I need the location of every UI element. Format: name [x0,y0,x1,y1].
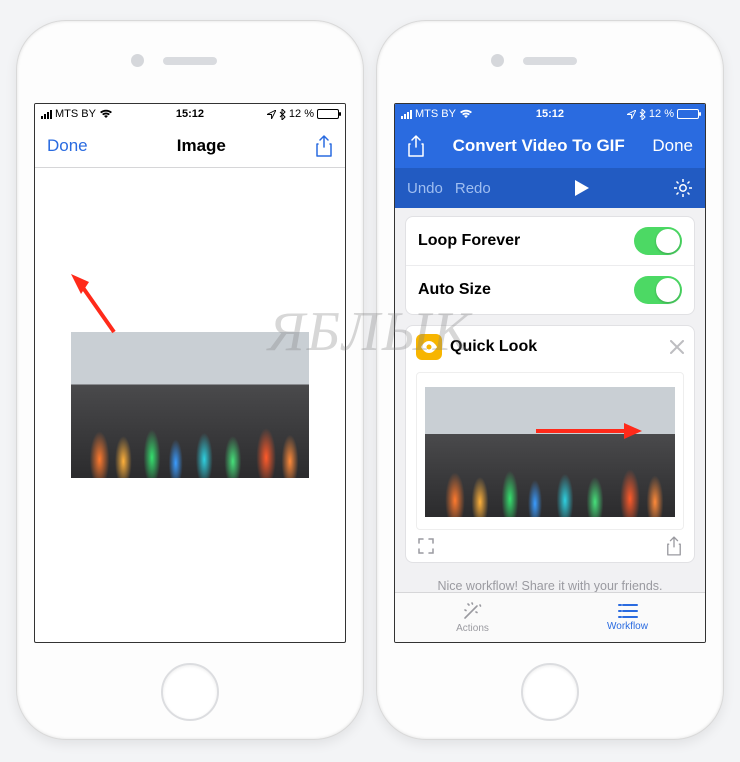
share-button[interactable] [315,135,333,157]
done-button[interactable]: Done [47,136,88,156]
battery-icon [317,109,339,119]
page-title: Convert Video To GIF [453,136,625,156]
front-camera [131,54,144,67]
row-loop-forever: Loop Forever [406,217,694,265]
gear-icon [673,178,693,198]
battery-percent: 12 % [649,108,674,120]
share-icon [315,135,333,157]
play-icon [575,180,589,196]
image-viewer[interactable] [35,168,345,642]
carrier-label: MTS BY [55,108,96,120]
speaker [163,57,217,65]
tab-actions[interactable]: Actions [395,593,550,642]
preview-share-button[interactable] [666,536,682,556]
screen-left: MTS BY 15:12 12 % Done Image [34,103,346,643]
navbar: Convert Video To GIF Done [395,124,705,168]
carrier-label: MTS BY [415,108,456,120]
clock: 15:12 [536,108,564,120]
status-bar: MTS BY 15:12 12 % [395,104,705,124]
row-label: Auto Size [418,281,491,299]
eye-icon [421,341,437,353]
share-icon [407,135,425,157]
home-button[interactable] [521,663,579,721]
close-icon [670,340,684,354]
quick-look-icon [416,334,442,360]
share-nav-button[interactable] [407,135,425,157]
toggle-loop-forever[interactable] [634,227,682,255]
settings-button[interactable] [673,178,693,198]
location-icon [627,110,636,119]
settings-card: Loop Forever Auto Size [405,216,695,315]
tab-workflow[interactable]: Workflow [550,593,705,642]
status-bar: MTS BY 15:12 12 % [35,104,345,124]
workflow-toolbar: Undo Redo [395,168,705,208]
preview-frame [416,372,684,530]
signal-icon [401,110,412,119]
location-icon [267,110,276,119]
bluetooth-icon [639,109,646,120]
undo-button[interactable]: Undo [407,180,443,197]
row-auto-size: Auto Size [406,265,694,314]
wifi-icon [99,109,113,119]
list-icon [617,603,639,619]
phone-left: MTS BY 15:12 12 % Done Image [16,20,364,740]
navbar: Done Image [35,124,345,168]
wand-icon [462,601,484,621]
row-label: Loop Forever [418,232,520,250]
close-button[interactable] [670,340,684,354]
home-button[interactable] [161,663,219,721]
tab-label: Workflow [607,621,648,632]
wifi-icon [459,109,473,119]
speaker [523,57,577,65]
tab-label: Actions [456,623,489,634]
phone-right: MTS BY 15:12 12 % Convert Video To GIF D… [376,20,724,740]
quick-look-title: Quick Look [450,338,537,356]
expand-icon [418,538,434,554]
done-button[interactable]: Done [652,136,693,156]
play-button[interactable] [575,180,589,196]
workflow-content: Loop Forever Auto Size Qu [395,208,705,592]
toggle-auto-size[interactable] [634,276,682,304]
battery-icon [677,109,699,119]
front-camera [491,54,504,67]
share-message: Nice workflow! Share it with your friend… [405,579,695,592]
page-title: Image [177,136,226,156]
clock: 15:12 [176,108,204,120]
expand-button[interactable] [418,538,434,554]
image-preview [71,332,309,478]
share-icon [666,536,682,556]
battery-percent: 12 % [289,108,314,120]
redo-button[interactable]: Redo [455,180,491,197]
signal-icon [41,110,52,119]
quick-look-card: Quick Look [405,325,695,563]
screen-right: MTS BY 15:12 12 % Convert Video To GIF D… [394,103,706,643]
bluetooth-icon [279,109,286,120]
preview-image [425,387,675,517]
tab-bar: Actions Workflow [395,592,705,642]
